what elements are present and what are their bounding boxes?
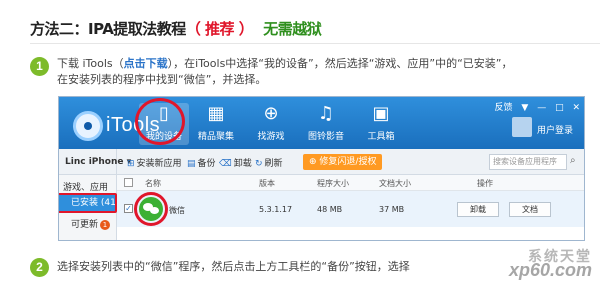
- install-icon: ⊞: [127, 159, 135, 169]
- maximize-button[interactable]: □: [555, 103, 564, 113]
- heading-divider: [30, 43, 600, 44]
- nav-media[interactable]: ♫ 图铃影音: [301, 103, 351, 145]
- backup-icon: ▤: [187, 159, 196, 169]
- step-1-line1-a: 下载 iTools（: [57, 57, 124, 70]
- sidebar-category-apps[interactable]: 游戏、应用: [63, 180, 108, 193]
- step-1-line1-b: ），在iTools中选择“我的设备”，然后选择“游戏、应用”中的“已安装”，: [167, 57, 513, 70]
- itools-sidebar: 游戏、应用 已安装 (41) 可更新 1: [59, 175, 119, 240]
- app-version: 5.3.1.17: [259, 205, 293, 214]
- watermark-bottom: xp60.com: [508, 260, 592, 280]
- backup-button[interactable]: ▤ 备份: [187, 156, 216, 169]
- itools-top-bar: iTools ▯ 我的设备 ▦ 精品聚集 ⊕ 找游戏 ♫ 图铃影音 ▣ 工具箱 …: [59, 97, 584, 149]
- row-uninstall-button[interactable]: 卸载: [457, 202, 499, 217]
- doc-size: 37 MB: [379, 205, 405, 214]
- article-heading: 方法二：IPA提取法教程（ 推荐 ） 无需越狱: [30, 18, 322, 39]
- heading-title: 方法二：IPA提取法教程: [30, 20, 186, 38]
- device-selector[interactable]: Linc iPhone ▾: [59, 149, 131, 175]
- nav-toolbox[interactable]: ▣ 工具箱: [356, 103, 406, 145]
- app-size: 48 MB: [317, 205, 343, 214]
- highlight-ring: [135, 98, 185, 145]
- nav-label: 找游戏: [257, 132, 285, 142]
- feedback-link[interactable]: 反馈: [495, 103, 513, 113]
- updatable-label: 可更新: [71, 220, 99, 230]
- select-all-checkbox[interactable]: [124, 178, 133, 187]
- refresh-icon: ↻: [255, 159, 263, 169]
- update-count-badge: 1: [100, 220, 111, 230]
- table-row[interactable]: ✓ 微信 5.3.1.17 48 MB 37 MB 卸载 文档: [117, 191, 584, 227]
- col-app-size: 程序大小: [317, 179, 349, 188]
- nav-featured[interactable]: ▦ 精品聚集: [191, 103, 241, 145]
- itools-toolbar: Linc iPhone ▾ ⊞ 安装新应用 ▤ 备份 ⌫ 卸载 ↻ 刷新 ⊕ 修复闪退/…: [59, 149, 584, 175]
- col-actions: 操作: [477, 179, 493, 188]
- col-doc-size: 文档大小: [379, 179, 411, 188]
- refresh-label: 刷新: [264, 159, 283, 169]
- app-name: 微信: [169, 206, 185, 215]
- fix-crash-label: 修复闪退/授权: [319, 157, 377, 167]
- search-input[interactable]: 搜索设备应用程序: [489, 154, 567, 170]
- step-2-badge: 2: [30, 258, 49, 277]
- music-icon: ♫: [317, 103, 335, 124]
- highlight-box: [59, 193, 117, 213]
- menu-dropdown-icon[interactable]: ▼: [521, 103, 528, 113]
- step-1-badge: 1: [30, 57, 49, 76]
- row-checkbox[interactable]: ✓: [124, 204, 133, 213]
- minimize-button[interactable]: —: [537, 103, 546, 113]
- sidebar-item-updatable[interactable]: 可更新 1: [71, 217, 111, 230]
- search-icon[interactable]: ⌕: [570, 155, 576, 166]
- toolbox-icon: ▣: [372, 103, 390, 124]
- step-2-text: 选择安装列表中的“微信”程序，然后点击上方工具栏的“备份”按钮，选择: [57, 260, 410, 273]
- avatar[interactable]: [512, 117, 532, 137]
- backup-label: 备份: [197, 159, 216, 169]
- app-table-header: 名称 版本 程序大小 文档大小 操作: [117, 175, 584, 191]
- highlight-ring: [134, 192, 168, 226]
- install-label: 安装新应用: [136, 159, 182, 169]
- grid-icon: ▦: [207, 103, 225, 124]
- nav-label: 工具箱: [367, 132, 395, 142]
- heading-recommend: （ 推荐 ）: [185, 20, 254, 38]
- plus-icon: ⊕: [309, 157, 320, 167]
- col-name: 名称: [145, 179, 161, 188]
- user-login-link[interactable]: 用户登录: [537, 123, 573, 136]
- nav-label: 图铃影音: [307, 132, 344, 142]
- download-link[interactable]: 点击下载: [124, 57, 168, 70]
- nav-label: 精品聚集: [197, 132, 234, 142]
- itools-window: iTools ▯ 我的设备 ▦ 精品聚集 ⊕ 找游戏 ♫ 图铃影音 ▣ 工具箱 …: [58, 96, 585, 241]
- uninstall-label: 卸载: [233, 159, 252, 169]
- col-version: 版本: [259, 179, 275, 188]
- itools-logo-icon: [73, 111, 103, 141]
- trash-icon: ⌫: [219, 159, 232, 169]
- step-1-text: 下载 iTools（点击下载），在iTools中选择“我的设备”，然后选择“游戏…: [57, 56, 513, 88]
- fix-crash-button[interactable]: ⊕ 修复闪退/授权: [303, 154, 383, 170]
- row-docs-button[interactable]: 文档: [509, 202, 551, 217]
- site-watermark: 系统天堂 xp60.com: [462, 246, 600, 283]
- heading-no-jailbreak: 无需越狱: [263, 20, 322, 38]
- step-1-line2: 在安装列表的程序中找到“微信”，并选择。: [57, 73, 267, 86]
- device-name: Linc iPhone: [65, 157, 124, 167]
- window-controls: 反馈 ▼ — □ ✕: [489, 100, 581, 113]
- refresh-button[interactable]: ↻ 刷新: [255, 156, 283, 169]
- install-app-button[interactable]: ⊞ 安装新应用: [127, 156, 182, 169]
- close-button[interactable]: ✕: [572, 103, 580, 113]
- uninstall-button[interactable]: ⌫ 卸载: [219, 156, 252, 169]
- nav-games[interactable]: ⊕ 找游戏: [246, 103, 296, 145]
- gamepad-icon: ⊕: [263, 103, 279, 124]
